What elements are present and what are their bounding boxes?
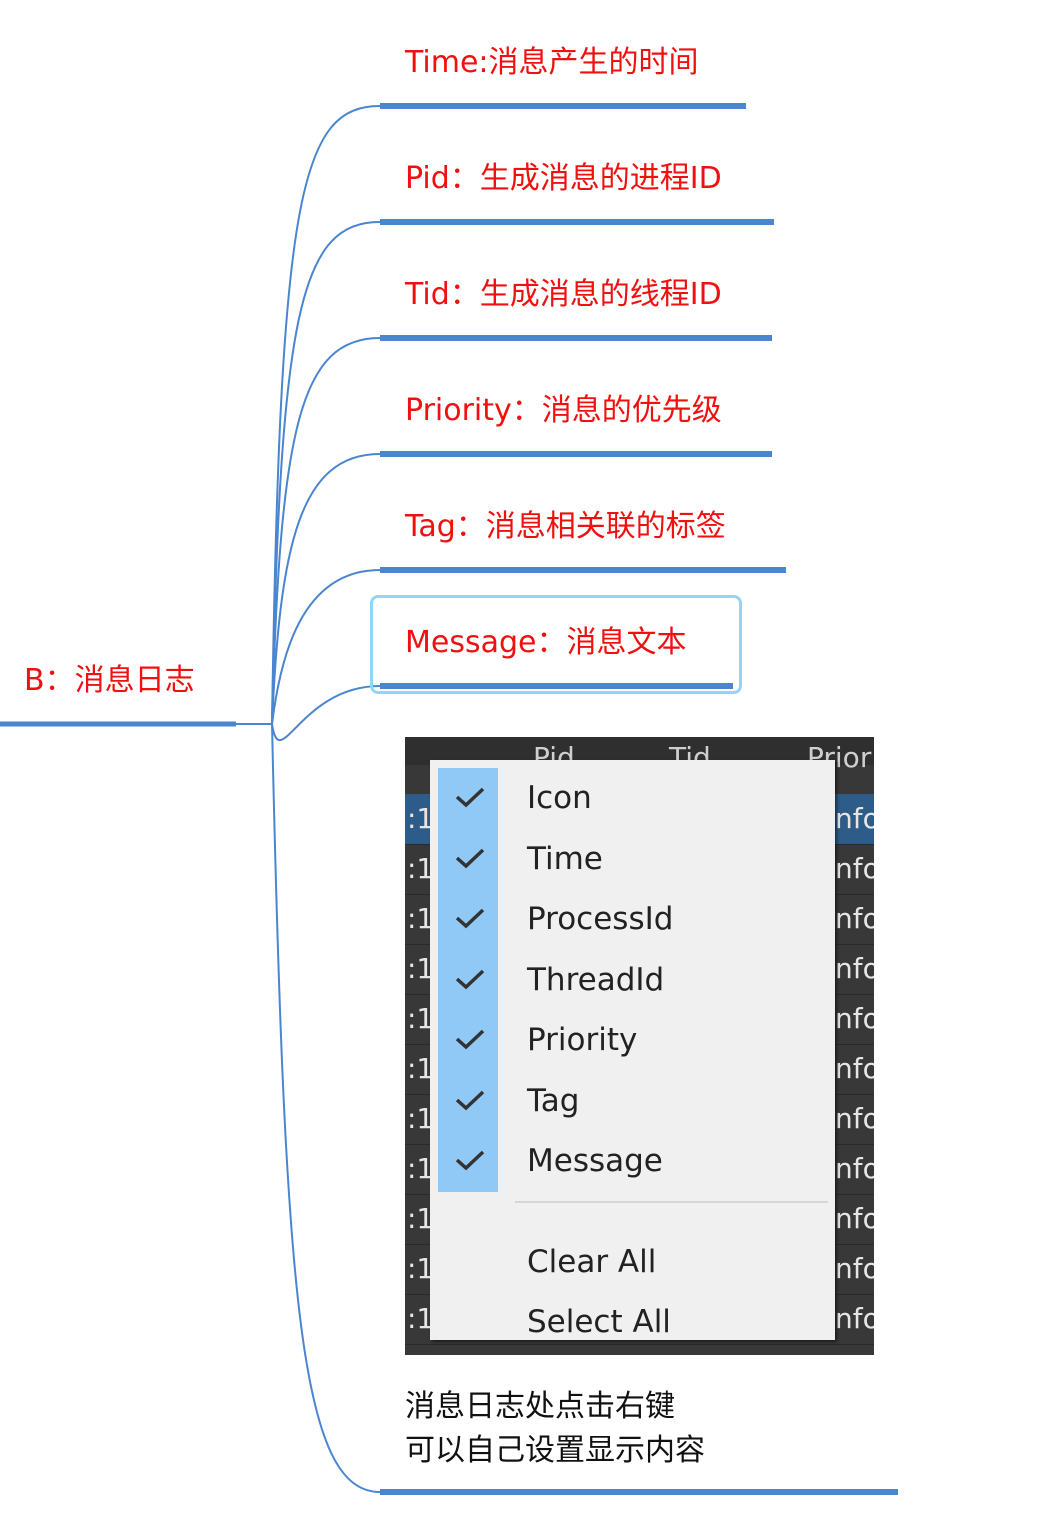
row-priority-fragment: nfo — [835, 852, 874, 885]
row-priority-fragment: nfo — [835, 902, 874, 935]
check-icon — [455, 908, 485, 929]
context-menu-screenshot: Pid Tid Prior :1 nfo:1 nfo:1 nfo:1 nfo:1 nfo:… — [405, 737, 874, 1355]
menu-item-label: ThreadId — [527, 961, 665, 998]
row-priority-fragment: nfo — [835, 802, 874, 835]
check-icon — [455, 848, 485, 868]
root-node[interactable]: B：消息日志 — [24, 666, 195, 696]
branch-node[interactable]: Pid：生成消息的进程ID — [405, 164, 722, 194]
menu-item-message[interactable]: Message — [430, 1131, 835, 1191]
menu-item-priority[interactable]: Priority — [430, 1010, 835, 1070]
menu-item-label: Tag — [527, 1082, 580, 1119]
row-priority-fragment: nfo — [835, 1102, 874, 1135]
menu-item-select-all[interactable]: Select All — [430, 1292, 835, 1352]
menu-item-time[interactable]: Time — [430, 829, 835, 889]
branch-curve — [271, 723, 381, 1493]
menu-item-label: Icon — [527, 780, 592, 816]
row-priority-fragment: nfo — [835, 952, 874, 985]
row-priority-fragment: nfo — [835, 1302, 874, 1335]
caption-line-2: 可以自己设置显示内容 — [405, 1433, 705, 1468]
menu-item-threadid[interactable]: ThreadId — [430, 950, 835, 1010]
menu-item-clear-all[interactable]: Clear All — [430, 1232, 835, 1292]
caption-line-1: 消息日志处点击右键 — [405, 1389, 675, 1424]
check-icon — [455, 787, 485, 808]
branch-node[interactable]: Time:消息产生的时间 — [405, 48, 699, 78]
menu-item-label: Select All — [527, 1304, 671, 1340]
menu-item-label: Message — [527, 1143, 663, 1179]
row-priority-fragment: nfo — [835, 1002, 874, 1035]
check-icon — [455, 1029, 485, 1050]
menu-item-label: Time — [527, 840, 603, 877]
branch-node[interactable]: Tid：生成消息的线程ID — [405, 280, 722, 310]
check-icon — [455, 1090, 485, 1110]
row-priority-fragment: nfo — [835, 1052, 874, 1085]
row-priority-fragment: nfo — [835, 1152, 874, 1185]
row-priority-fragment: nfo — [835, 1202, 874, 1235]
menu-item-label: Priority — [527, 1022, 638, 1058]
check-icon — [455, 1150, 485, 1171]
menu-item-processid[interactable]: ProcessId — [430, 889, 835, 949]
menu-item-tag[interactable]: Tag — [430, 1071, 835, 1131]
branch-node[interactable]: Priority：消息的优先级 — [405, 396, 722, 426]
menu-item-label: Clear All — [527, 1244, 657, 1280]
column-context-menu: Icon Time ProcessId ThreadId Priority Tag Mess… — [430, 760, 835, 1340]
caption-node: 消息日志处点击右键 可以自己设置显示内容 — [405, 1385, 705, 1473]
branch-node[interactable]: Tag：消息相关联的标签 — [405, 512, 726, 542]
menu-separator — [515, 1201, 828, 1203]
menu-item-icon[interactable]: Icon — [430, 768, 835, 828]
branch-curve — [271, 105, 381, 725]
row-priority-fragment: nfo — [835, 1252, 874, 1285]
highlight-box — [370, 595, 742, 694]
menu-item-label: ProcessId — [527, 901, 674, 937]
check-icon — [455, 969, 485, 989]
branch-curve — [271, 685, 381, 742]
